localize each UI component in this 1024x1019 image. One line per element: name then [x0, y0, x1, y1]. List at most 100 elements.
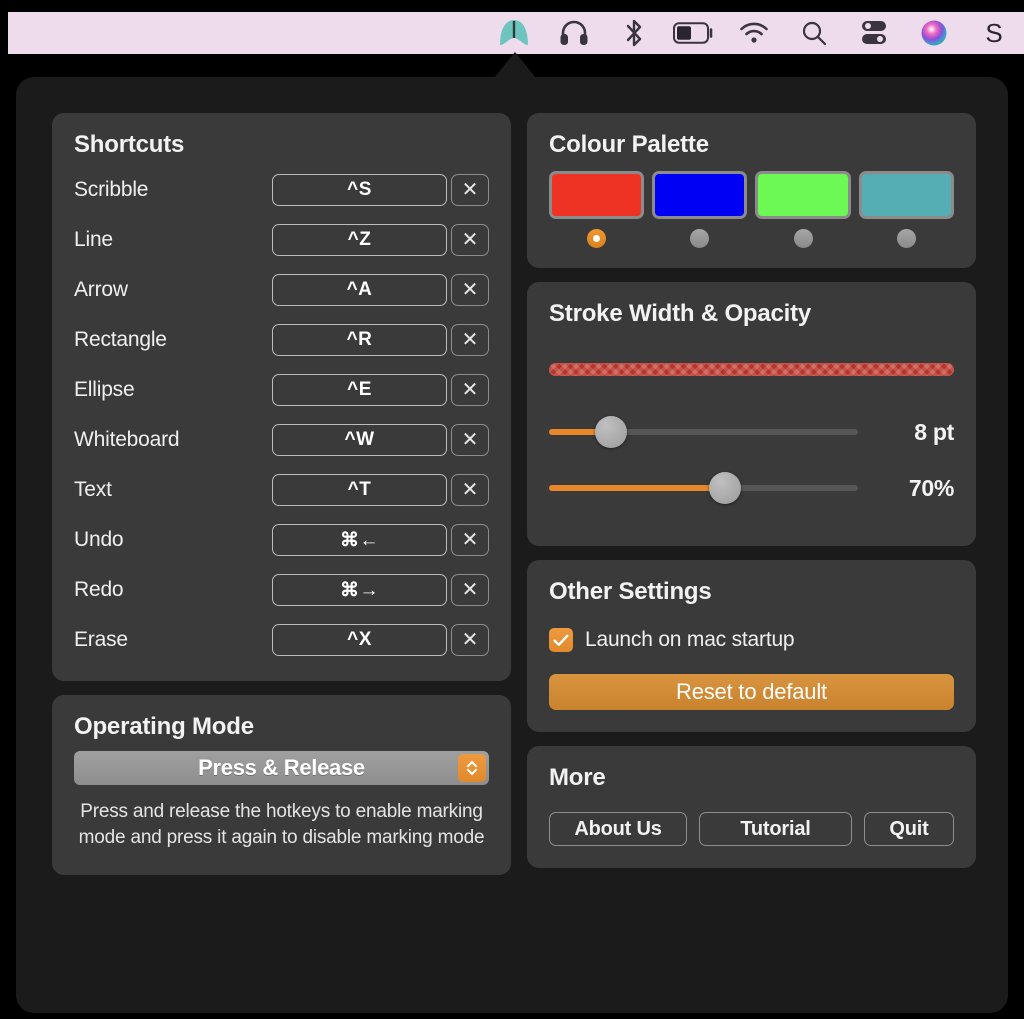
clear-shortcut-button[interactable]: ✕ — [450, 524, 489, 556]
popover-pointer — [494, 52, 536, 78]
shortcut-label: Rectangle — [74, 328, 167, 351]
search-icon[interactable] — [784, 12, 844, 54]
about-us-button[interactable]: About Us — [548, 812, 687, 846]
shortcut-key-field[interactable]: ⌘→ — [271, 574, 447, 606]
shortcut-key-field[interactable]: ⌘← — [271, 524, 447, 556]
shortcut-key-field[interactable]: ^X — [271, 624, 447, 656]
shortcut-label: Redo — [74, 578, 124, 601]
clear-shortcut-button[interactable]: ✕ — [450, 174, 489, 206]
stroke-opacity-row: 70% — [548, 460, 954, 516]
swatch-teal[interactable] — [858, 171, 954, 219]
shortcuts-card: Shortcuts Scribble ^S ✕ Line ^Z ✕ Arrow ^A ✕ Rect… — [52, 113, 511, 681]
stroke-preview — [548, 362, 954, 376]
colour-radio-2[interactable] — [793, 229, 813, 248]
right-column: Colour Palette Stroke Width & Opacity 8 … — [526, 113, 976, 975]
shortcut-key-field[interactable]: ^W — [271, 424, 447, 456]
shortcut-label: Text — [74, 478, 112, 501]
operating-mode-title: Operating Mode — [74, 713, 254, 740]
shortcut-key-field[interactable]: ^T — [271, 474, 447, 506]
other-settings-title: Other Settings — [548, 578, 712, 605]
clear-shortcut-button[interactable]: ✕ — [450, 274, 489, 306]
shortcut-key-field[interactable]: ^E — [271, 374, 447, 406]
shortcut-row: Erase ^X ✕ — [74, 615, 489, 665]
stroke-opacity-fill — [548, 485, 726, 491]
operating-mode-select[interactable]: Press & Release — [74, 751, 489, 785]
shortcut-row: Text ^T ✕ — [74, 465, 489, 515]
colour-swatch-cell — [755, 171, 851, 248]
shortcut-row: Rectangle ^R ✕ — [74, 315, 489, 365]
chevron-updown-icon[interactable] — [457, 754, 486, 782]
colour-swatch-cell — [548, 171, 645, 248]
colour-radio-1[interactable] — [690, 229, 710, 248]
shortcuts-title: Shortcuts — [74, 131, 185, 158]
operating-mode-value: Press & Release — [198, 755, 365, 780]
clear-shortcut-button[interactable]: ✕ — [450, 424, 489, 456]
shortcut-row: Undo ⌘← ✕ — [74, 515, 489, 565]
stroke-width-row: 8 pt — [548, 404, 954, 460]
reset-to-default-button[interactable]: Reset to default — [548, 674, 954, 710]
clear-shortcut-button[interactable]: ✕ — [450, 474, 489, 506]
stroke-opacity-thumb[interactable] — [709, 472, 742, 504]
battery-icon[interactable] — [664, 12, 724, 54]
launch-on-startup-row[interactable]: Launch on mac startup — [548, 628, 954, 652]
stroke-width-slider[interactable] — [548, 416, 858, 448]
swatch-red[interactable] — [548, 171, 645, 219]
shortcut-row: Line ^Z ✕ — [74, 215, 489, 265]
checkmark-icon[interactable] — [548, 628, 573, 652]
stroke-preview-wrap — [548, 334, 954, 404]
control-center-icon[interactable] — [844, 12, 904, 54]
stroke-width-value: 8 pt — [914, 418, 954, 445]
operating-mode-description: Press and release the hotkeys to enable … — [78, 801, 485, 849]
tutorial-button[interactable]: Tutorial — [698, 812, 852, 846]
shortcut-label: Whiteboard — [74, 428, 180, 451]
presentify-settings-popover: Shortcuts Scribble ^S ✕ Line ^Z ✕ Arrow ^A ✕ Rect… — [16, 77, 1008, 1013]
colour-palette-title: Colour Palette — [548, 131, 709, 158]
stroke-title: Stroke Width & Opacity — [548, 300, 812, 327]
shortcut-key-field[interactable]: ^S — [271, 174, 447, 206]
stroke-opacity-slider[interactable] — [548, 472, 858, 504]
colour-swatch-cell — [858, 171, 954, 248]
colour-swatch-row — [548, 171, 954, 248]
colour-swatch-cell — [652, 171, 748, 248]
shortcut-key-field[interactable]: ^Z — [271, 224, 447, 256]
colour-radio-0[interactable] — [587, 229, 607, 248]
shortcuts-list: Scribble ^S ✕ Line ^Z ✕ Arrow ^A ✕ Rectangle ^R ✕ El… — [74, 165, 489, 665]
stroke-opacity-value: 70% — [908, 474, 954, 501]
shortcut-row: Whiteboard ^W ✕ — [74, 415, 489, 465]
clear-shortcut-button[interactable]: ✕ — [450, 624, 489, 656]
operating-mode-card: Operating Mode Press & Release Press and… — [52, 695, 511, 876]
shortcut-label: Ellipse — [74, 378, 135, 401]
swatch-blue[interactable] — [652, 171, 748, 219]
bluetooth-icon[interactable] — [604, 12, 664, 54]
stroke-width-opacity-card: Stroke Width & Opacity 8 pt 70% — [526, 282, 976, 546]
shortcut-row: Ellipse ^E ✕ — [74, 365, 489, 415]
shortcut-row: Scribble ^S ✕ — [74, 165, 489, 215]
shortcut-key-field[interactable]: ^R — [271, 324, 447, 356]
stroke-width-thumb[interactable] — [594, 416, 627, 448]
siri-icon[interactable] — [904, 12, 964, 54]
clear-shortcut-button[interactable]: ✕ — [450, 574, 489, 606]
other-settings-card: Other Settings Launch on mac startup Res… — [526, 560, 976, 732]
shortcut-label: Line — [74, 228, 113, 251]
quit-button[interactable]: Quit — [864, 812, 954, 846]
more-title: More — [548, 764, 606, 791]
clear-shortcut-button[interactable]: ✕ — [450, 324, 489, 356]
shortcut-label: Erase — [74, 628, 128, 651]
launch-on-startup-label: Launch on mac startup — [584, 628, 795, 651]
clear-shortcut-button[interactable]: ✕ — [450, 224, 489, 256]
shortcut-label: Arrow — [74, 278, 128, 301]
colour-radio-3[interactable] — [896, 229, 916, 248]
shortcut-row: Arrow ^A ✕ — [74, 265, 489, 315]
presentify-app-icon[interactable] — [484, 12, 544, 54]
wifi-icon[interactable] — [724, 12, 784, 54]
macos-menu-bar: S — [8, 12, 1024, 54]
user-menu-letter: S — [985, 17, 1003, 48]
shortcut-row: Redo ⌘→ ✕ — [74, 565, 489, 615]
colour-palette-card: Colour Palette — [526, 113, 976, 268]
shortcut-key-field[interactable]: ^A — [271, 274, 447, 306]
clear-shortcut-button[interactable]: ✕ — [450, 374, 489, 406]
headphones-icon[interactable] — [544, 12, 604, 54]
user-menu-icon[interactable]: S — [964, 12, 1024, 54]
swatch-green[interactable] — [755, 171, 851, 219]
left-column: Shortcuts Scribble ^S ✕ Line ^Z ✕ Arrow ^A ✕ Rect… — [52, 113, 511, 975]
